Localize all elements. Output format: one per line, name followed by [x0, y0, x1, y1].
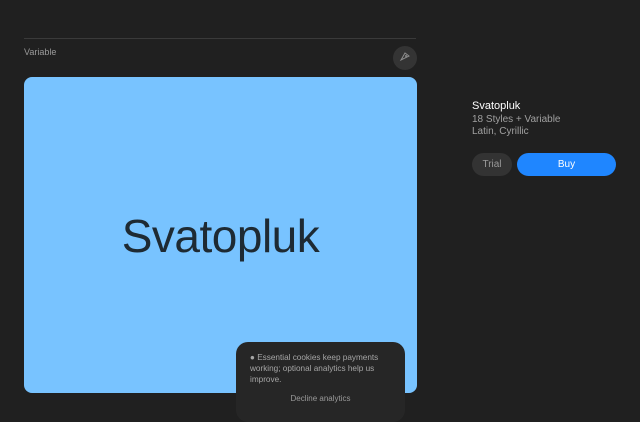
pen-nib-icon — [399, 49, 411, 67]
buy-button[interactable]: Buy — [517, 153, 616, 176]
variable-label: Variable — [24, 47, 57, 57]
cookie-banner: ● Essential cookies keep payments workin… — [236, 342, 405, 422]
top-divider — [24, 38, 416, 39]
font-name: Svatopluk — [472, 100, 521, 112]
decline-analytics-button[interactable]: Decline analytics — [236, 394, 405, 403]
preview-sample-text[interactable]: Svatopluk — [24, 209, 417, 263]
font-scripts: Latin, Cyrillic — [472, 126, 529, 137]
trial-button[interactable]: Trial — [472, 153, 512, 176]
cookie-message: ● Essential cookies keep payments workin… — [250, 353, 379, 384]
font-styles: 18 Styles + Variable — [472, 114, 561, 125]
pen-tool-button[interactable] — [393, 46, 417, 70]
